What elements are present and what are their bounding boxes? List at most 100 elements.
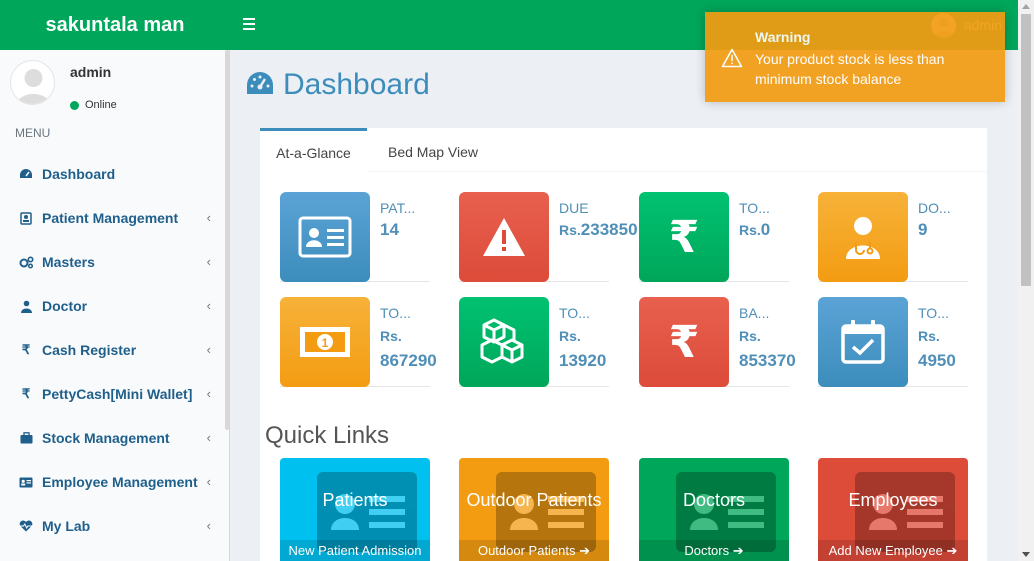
arrow-circle-right-icon: ➔ [946, 543, 958, 558]
sidebar-item-label: Cash Register [42, 342, 137, 358]
info-box-label: TO... [380, 305, 411, 321]
rupee-icon: ₹ [639, 192, 729, 282]
info-box-total-appointments[interactable]: TO... Rs. 4950 [818, 297, 968, 387]
quick-link-doctors[interactable]: Doctors Doctors ➔ [639, 458, 789, 561]
quick-links-title: Quick Links [265, 422, 390, 449]
info-box-total[interactable]: ₹ TO... Rs.0 [639, 192, 789, 282]
info-box-doctors[interactable]: DO... 9 [818, 192, 968, 282]
page-title-text: Dashboard [283, 68, 430, 101]
info-box-due[interactable]: DUE Rs.233850 [459, 192, 638, 282]
avatar [10, 60, 55, 105]
address-card-icon [18, 477, 34, 488]
toast-title: Warning [755, 29, 811, 45]
chevron-left-icon: ‹ [206, 430, 211, 445]
quick-link-footer-text: Outdoor Patients [477, 543, 576, 558]
quick-link-title: Patients [322, 490, 388, 510]
currency-prefix: Rs. [559, 222, 581, 238]
sidebar-item-masters[interactable]: Masters ‹ [0, 240, 229, 284]
info-box-label: TO... [739, 200, 770, 216]
briefcase-icon [18, 432, 34, 444]
user-md-icon [818, 192, 908, 282]
info-box-label: BA... [739, 305, 770, 321]
sidebar-item-pettycash[interactable]: ₹ PettyCash[Mini Wallet] ‹ [0, 372, 229, 416]
quick-link-outdoor-patients[interactable]: Outdoor Patients Outdoor Patients ➔ [459, 458, 609, 561]
quick-link-footer[interactable]: Add New Employee ➔ [818, 540, 968, 561]
info-box-amount: 853370 [739, 351, 796, 370]
quick-link-footer[interactable]: Outdoor Patients ➔ [459, 540, 609, 561]
sidebar-item-my-lab[interactable]: My Lab ‹ [0, 504, 229, 548]
calendar-check-icon [818, 297, 908, 387]
sidebar-item-label: Dashboard [42, 166, 116, 182]
rupee-icon: ₹ [21, 386, 31, 401]
info-box-amount: 4950 [918, 351, 956, 370]
gears-icon [18, 255, 34, 269]
chevron-left-icon: ‹ [206, 298, 211, 313]
warning-toast[interactable]: Warning Your product stock is less than … [705, 12, 1005, 102]
heartbeat-icon [18, 520, 34, 532]
quick-link-footer[interactable]: Doctors ➔ [639, 540, 789, 561]
tab-bed-map-view[interactable]: Bed Map View [373, 128, 493, 172]
info-box-label: TO... [559, 305, 590, 321]
info-box-amount: 13920 [559, 351, 607, 370]
info-box-total-stock[interactable]: TO... Rs. 13920 [459, 297, 609, 387]
sidebar-item-employee-management[interactable]: Employee Management ‹ [0, 460, 229, 504]
info-box-patients[interactable]: PAT... 14 [280, 192, 430, 282]
info-box-label: DUE [559, 200, 589, 216]
sidebar-item-cash-register[interactable]: ₹ Cash Register ‹ [0, 328, 229, 372]
sidebar-item-label: PettyCash[Mini Wallet] [42, 386, 193, 402]
chevron-left-icon: ‹ [206, 518, 211, 533]
user-status-text: Online [85, 99, 117, 111]
info-box-balance[interactable]: ₹ BA... Rs. 853370 [639, 297, 796, 387]
sidebar-menu: Dashboard Patient Management ‹ Masters ‹… [0, 152, 229, 548]
sidebar-item-stock-management[interactable]: Stock Management ‹ [0, 416, 229, 460]
svg-text:1: 1 [322, 336, 329, 350]
online-dot-icon [70, 100, 79, 110]
info-box-value: 9 [918, 220, 928, 239]
quick-link-footer-text: Add New Employee [828, 543, 943, 558]
warning-icon [721, 48, 743, 73]
scrollbar-thumb[interactable] [1021, 14, 1031, 286]
quick-link-title: Doctors [682, 490, 745, 510]
dashboard-icon [18, 168, 34, 180]
scroll-down-arrow-icon[interactable] [1022, 552, 1030, 557]
chevron-left-icon: ‹ [206, 342, 211, 357]
menu-header: MENU [15, 126, 51, 140]
money-icon: 1 [280, 297, 370, 387]
sidebar-item-label: My Lab [42, 518, 91, 534]
sidebar-scrollbar[interactable] [225, 50, 229, 430]
sidebar-item-label: Masters [42, 254, 95, 270]
cubes-icon [459, 297, 549, 387]
sidebar-item-label: Stock Management [42, 430, 170, 446]
user-panel: admin Online [10, 60, 220, 111]
rupee-icon: ₹ [639, 297, 729, 387]
chevron-left-icon: ‹ [206, 210, 211, 225]
info-box-total-income[interactable]: 1 TO... Rs. 867290 [280, 297, 437, 387]
quick-link-patients[interactable]: Patients New Patient Admission [280, 458, 430, 561]
quick-link-footer-text: Doctors [684, 543, 730, 558]
sidebar-item-patient-management[interactable]: Patient Management ‹ [0, 196, 229, 240]
id-card-icon [280, 192, 370, 282]
toast-message: Your product stock is less than minimum … [755, 51, 945, 87]
info-box-value: Rs.233850 [559, 220, 638, 240]
tab-bar: At-a-Glance Bed Map View [260, 128, 987, 172]
sidebar-item-dashboard[interactable]: Dashboard [0, 152, 229, 196]
chevron-left-icon: ‹ [206, 386, 211, 401]
sidebar: admin Online MENU Dashboard Patient Mana… [0, 50, 230, 561]
brand-logo[interactable]: sakuntala man [0, 0, 230, 50]
scroll-up-arrow-icon[interactable] [1022, 4, 1030, 9]
quick-link-employees[interactable]: Employees Add New Employee ➔ [818, 458, 968, 561]
quick-link-title: Outdoor Patients [466, 490, 602, 510]
info-box-value: 14 [380, 220, 399, 239]
currency-prefix: Rs. [380, 328, 402, 344]
page-scrollbar[interactable] [1018, 0, 1034, 561]
sidebar-item-doctor[interactable]: Doctor ‹ [0, 284, 229, 328]
quick-link-footer[interactable]: New Patient Admission [280, 540, 430, 561]
chevron-left-icon: ‹ [206, 254, 211, 269]
sidebar-item-label: Patient Management [42, 210, 179, 226]
tab-at-a-glance[interactable]: At-a-Glance [260, 128, 367, 172]
arrow-circle-right-icon: ➔ [579, 543, 591, 558]
quick-link-title: Employees [848, 490, 938, 510]
app-root: sakuntala man admin admin Online MENU Da… [0, 0, 1034, 561]
sidebar-toggle-icon[interactable] [243, 15, 259, 35]
warning-icon [459, 192, 549, 282]
